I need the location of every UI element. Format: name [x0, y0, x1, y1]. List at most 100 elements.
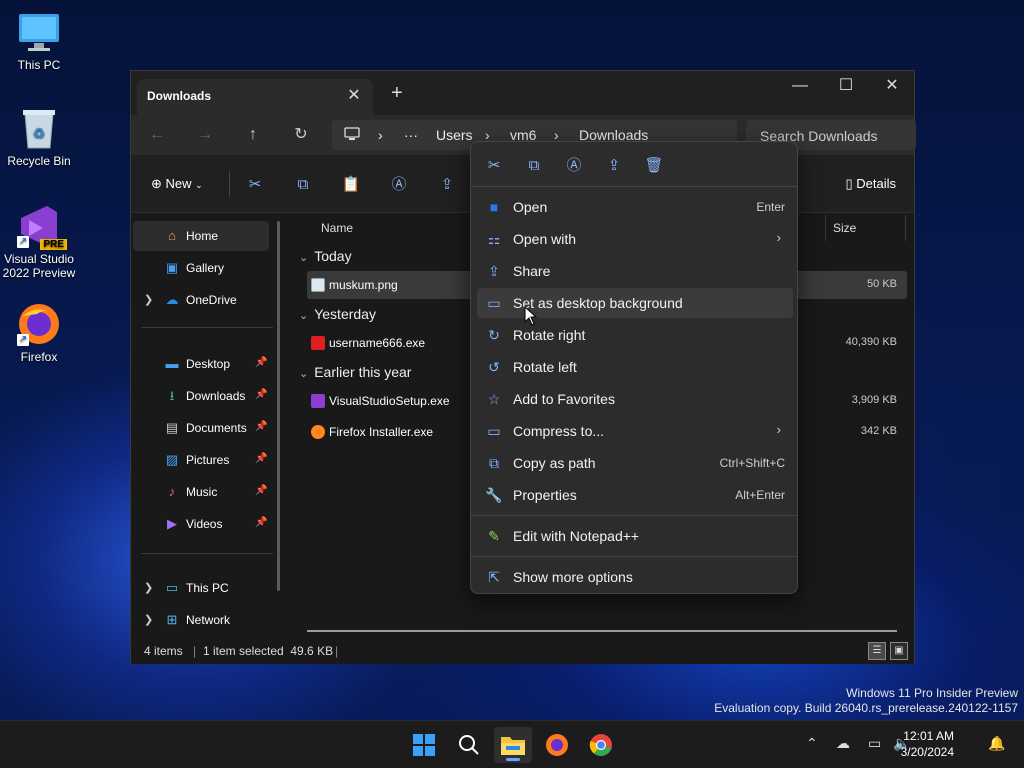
onedrive-offline-icon[interactable]: ☁: [836, 735, 850, 752]
breadcrumb-separator: ›: [378, 127, 383, 143]
search-icon: [459, 735, 479, 755]
group-header-earlier[interactable]: ⌄ Earlier this year: [299, 364, 411, 380]
menu-item-share[interactable]: ⇪ Share: [477, 256, 793, 286]
group-header-today[interactable]: ⌄ Today: [299, 248, 352, 264]
menu-item-open-with[interactable]: ⚏ Open with ›: [477, 224, 793, 254]
sidebar-item-onedrive[interactable]: ❯ ☁ OneDrive: [133, 285, 269, 315]
open-icon: ■: [489, 199, 499, 215]
menu-item-label: Rotate left: [513, 359, 577, 375]
rotate-right-icon: ↻: [488, 327, 500, 343]
column-header-name[interactable]: Name: [321, 221, 353, 235]
column-divider[interactable]: [825, 215, 826, 241]
menu-item-label: Set as desktop background: [513, 295, 683, 311]
chevron-right-icon[interactable]: ❯: [144, 293, 153, 306]
close-button[interactable]: ✕: [869, 71, 915, 101]
horizontal-scrollbar[interactable]: [307, 630, 897, 632]
sidebar-item-desktop[interactable]: ▬ Desktop 📌: [133, 349, 269, 379]
tab-downloads[interactable]: Downloads ✕: [137, 79, 373, 115]
menu-item-show-more-options[interactable]: ⇱ Show more options: [477, 562, 793, 592]
desktop-icon-label: Visual Studio 2022 Preview: [2, 252, 76, 280]
shortcut-arrow-icon: ↗: [17, 334, 29, 346]
back-button[interactable]: ←: [143, 123, 171, 147]
new-tab-button[interactable]: +: [391, 83, 403, 103]
menu-item-compress-to[interactable]: ▭ Compress to... ›: [477, 416, 793, 446]
share-icon[interactable]: ⇪: [437, 175, 457, 195]
network-status-icon[interactable]: ▭: [868, 735, 881, 752]
clock-date[interactable]: 3/20/2024: [901, 745, 954, 759]
cut-icon[interactable]: ✂: [245, 175, 265, 195]
forward-button[interactable]: →: [191, 123, 219, 147]
details-view-button[interactable]: ☰: [868, 642, 886, 660]
sidebar-item-gallery[interactable]: ▣ Gallery: [133, 253, 269, 283]
menu-item-rotate-left[interactable]: ↺ Rotate left: [477, 352, 793, 382]
this-pc-icon: [17, 10, 61, 54]
breadcrumb-more[interactable]: ···: [404, 127, 418, 143]
chrome-icon: [589, 734, 612, 756]
taskbar-file-explorer[interactable]: [494, 727, 532, 763]
copy-icon[interactable]: ⧉: [521, 154, 547, 178]
share-icon[interactable]: ⇪: [601, 154, 627, 178]
gallery-icon: ▣: [165, 260, 179, 275]
chevron-right-icon: ›: [776, 422, 781, 437]
refresh-button[interactable]: ↻: [287, 123, 315, 147]
sidebar-item-home[interactable]: ⌂ Home: [133, 221, 269, 251]
sidebar-item-pictures[interactable]: ▨ Pictures 📌: [133, 445, 269, 475]
clock-time[interactable]: 12:01 AM: [903, 729, 954, 743]
notification-bell-icon[interactable]: 🔔: [988, 735, 1005, 752]
delete-icon[interactable]: 🗑: [641, 154, 667, 178]
column-divider[interactable]: [905, 215, 906, 241]
maximize-button[interactable]: ☐: [823, 71, 869, 101]
breadcrumb-users[interactable]: Users: [436, 127, 473, 143]
firefox-icon: ↗: [17, 302, 61, 346]
rename-icon[interactable]: Ⓐ: [561, 154, 587, 178]
sidebar-item-downloads[interactable]: ⭳ Downloads 📌: [133, 381, 269, 411]
pin-icon: 📌: [255, 389, 268, 400]
group-header-yesterday[interactable]: ⌄ Yesterday: [299, 306, 376, 322]
details-button[interactable]: ▯ Details: [845, 176, 896, 192]
menu-item-copy-as-path[interactable]: ⧉ Copy as path Ctrl+Shift+C: [477, 448, 793, 478]
sidebar-item-this-pc[interactable]: ❯ ▭ This PC: [133, 573, 269, 603]
sidebar-item-documents[interactable]: ▤ Documents 📌: [133, 413, 269, 443]
chevron-up-icon[interactable]: ⌃: [806, 735, 818, 752]
rename-icon[interactable]: Ⓐ: [389, 175, 409, 195]
desktop-icon-visual-studio[interactable]: PRE ↗ Visual Studio 2022 Preview: [0, 204, 78, 280]
desktop-icon-recycle-bin[interactable]: ♻ Recycle Bin: [0, 106, 78, 168]
desktop-icon-label: This PC: [17, 58, 61, 72]
menu-item-edit-with-notepadpp[interactable]: ✎ Edit with Notepad++: [477, 521, 793, 551]
taskbar-firefox[interactable]: [538, 727, 576, 763]
menu-item-label: Properties: [513, 487, 577, 503]
sidebar-item-music[interactable]: ♪ Music 📌: [133, 477, 269, 507]
chevron-down-icon: ⌄: [299, 310, 309, 322]
file-size: 342 KB: [860, 425, 897, 437]
minimize-button[interactable]: —: [777, 71, 823, 101]
sidebar-scrollbar[interactable]: [277, 221, 280, 591]
pin-icon: 📌: [255, 485, 268, 496]
sidebar-item-videos[interactable]: ▶ Videos 📌: [133, 509, 269, 539]
cut-icon[interactable]: ✂: [481, 154, 507, 178]
chevron-right-icon[interactable]: ❯: [144, 613, 153, 626]
tab-close-icon[interactable]: ✕: [343, 85, 365, 107]
menu-item-shortcut: Enter: [756, 200, 785, 214]
chevron-right-icon[interactable]: ❯: [144, 581, 153, 594]
search-button[interactable]: [450, 727, 488, 763]
new-button[interactable]: ⊕ New ⌄: [151, 176, 203, 192]
desktop-icon-this-pc[interactable]: This PC: [0, 10, 78, 72]
menu-item-add-to-favorites[interactable]: ☆ Add to Favorites: [477, 384, 793, 414]
sidebar-item-network[interactable]: ❯ ⊞ Network: [133, 605, 269, 635]
item-count: 4 items: [144, 644, 183, 658]
desktop-background-icon: ▭: [487, 295, 501, 311]
mouse-cursor-icon: [524, 306, 538, 326]
menu-item-properties[interactable]: 🔧 Properties Alt+Enter: [477, 480, 793, 510]
tiles-view-button[interactable]: ▣: [890, 642, 908, 660]
shortcut-arrow-icon: ↗: [17, 236, 29, 248]
share-icon: ⇪: [488, 263, 500, 279]
pin-icon: 📌: [255, 421, 268, 432]
menu-item-open[interactable]: ■ Open Enter: [477, 192, 793, 222]
start-button[interactable]: [405, 727, 443, 763]
copy-icon[interactable]: ⧉: [293, 175, 313, 195]
taskbar-chrome[interactable]: [582, 727, 620, 763]
up-button[interactable]: ↑: [239, 123, 267, 147]
column-header-size[interactable]: Size: [833, 221, 856, 235]
paste-icon[interactable]: 📋: [341, 175, 361, 195]
desktop-icon-firefox[interactable]: ↗ Firefox: [0, 302, 78, 364]
